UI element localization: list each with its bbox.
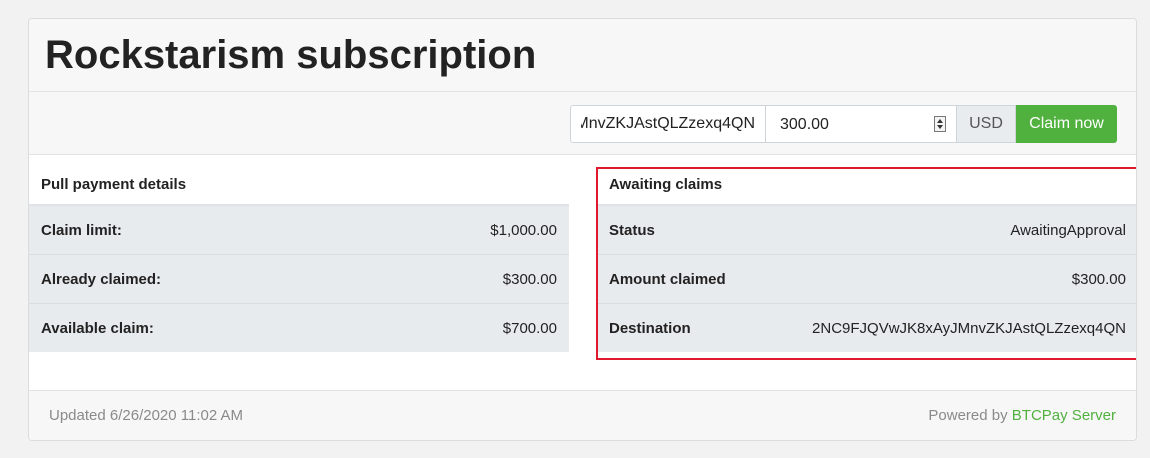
amount-claimed-label: Amount claimed — [597, 254, 756, 304]
amount-input[interactable] — [778, 106, 922, 144]
spin-down-icon[interactable] — [937, 125, 943, 129]
claim-limit-value: $1,000.00 — [360, 204, 569, 255]
table-row: Claim limit: $1,000.00 — [29, 204, 569, 255]
claim-limit-label: Claim limit: — [29, 204, 361, 255]
amount-claimed-value: $300.00 — [756, 254, 1136, 304]
pull-payment-details-table: Pull payment details Claim limit: $1,000… — [29, 164, 569, 352]
pull-payment-details-heading: Pull payment details — [29, 164, 569, 206]
available-claim-value: $700.00 — [360, 303, 569, 352]
card-footer: Updated 6/26/2020 11:02 AM Powered by BT… — [29, 390, 1136, 440]
page-title: Rockstarism subscription — [45, 33, 537, 77]
destination-input[interactable] — [570, 105, 766, 143]
destination-label: Destination — [597, 303, 756, 352]
table-row: Status AwaitingApproval — [597, 204, 1136, 255]
updated-timestamp: Updated 6/26/2020 11:02 AM — [49, 407, 244, 424]
spin-up-icon[interactable] — [937, 119, 943, 123]
table-row: Destination 2NC9FJQVwJK8xAyJMnvZKJAstQLZ… — [597, 303, 1136, 352]
table-row: Amount claimed $300.00 — [597, 254, 1136, 304]
claim-form: USD Claim now — [29, 92, 1136, 155]
awaiting-claims-heading: Awaiting claims — [597, 164, 1136, 206]
available-claim-label: Available claim: — [29, 303, 361, 352]
powered-by: Powered by BTCPay Server — [928, 407, 1116, 424]
powered-by-prefix: Powered by — [928, 407, 1008, 424]
claim-now-button[interactable]: Claim now — [1016, 105, 1117, 143]
already-claimed-value: $300.00 — [360, 254, 569, 304]
status-value: AwaitingApproval — [756, 204, 1136, 255]
spinner-icon[interactable] — [934, 116, 946, 132]
amount-field[interactable] — [766, 105, 957, 144]
currency-addon: USD — [957, 105, 1016, 143]
btcpay-server-link[interactable]: BTCPay Server — [1012, 407, 1116, 424]
table-row: Already claimed: $300.00 — [29, 254, 569, 304]
destination-value: 2NC9FJQVwJK8xAyJMnvZKJAstQLZzexq4QN — [756, 303, 1136, 352]
already-claimed-label: Already claimed: — [29, 254, 361, 304]
pull-payment-card: Rockstarism subscription USD Claim now P… — [28, 18, 1137, 441]
table-row: Available claim: $700.00 — [29, 303, 569, 352]
awaiting-claims-table: Awaiting claims Status AwaitingApproval … — [597, 164, 1136, 352]
status-label: Status — [597, 204, 756, 255]
card-header: Rockstarism subscription — [29, 19, 1136, 92]
